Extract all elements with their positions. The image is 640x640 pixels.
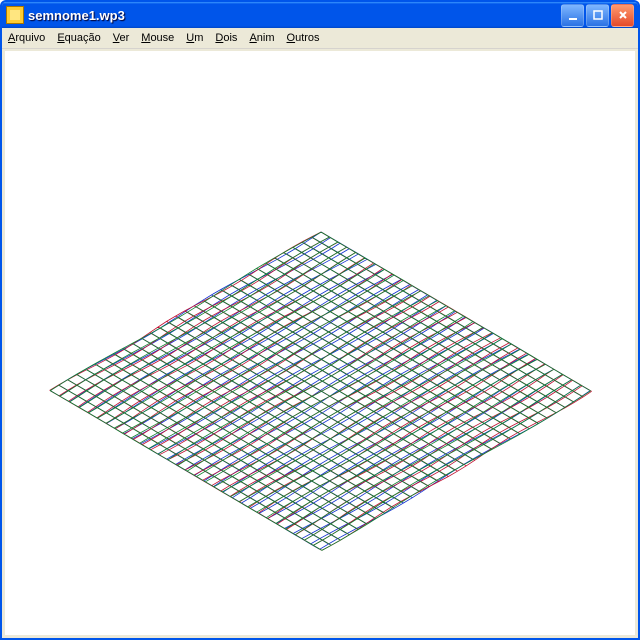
menu-outros[interactable]: Outros: [287, 32, 320, 44]
window-buttons: [561, 4, 634, 27]
plot-canvas[interactable]: [5, 51, 635, 635]
wireframe-plot: [5, 51, 635, 635]
menu-arquivo[interactable]: Arquivo: [8, 32, 45, 44]
minimize-icon: [567, 9, 579, 21]
titlebar[interactable]: semnome1.wp3: [2, 2, 638, 28]
maximize-icon: [592, 9, 604, 21]
menu-equação[interactable]: Equação: [57, 32, 100, 44]
menu-anim[interactable]: Anim: [249, 32, 274, 44]
menu-ver[interactable]: Ver: [113, 32, 130, 44]
app-window: semnome1.wp3 Arquivo Equação Ver Mouse Um Doi…: [0, 0, 640, 640]
close-icon: [617, 9, 629, 21]
menu-dois[interactable]: Dois: [215, 32, 237, 44]
maximize-button[interactable]: [586, 4, 609, 27]
window-title: semnome1.wp3: [28, 8, 561, 23]
app-icon: [6, 6, 24, 24]
menu-mouse[interactable]: Mouse: [141, 32, 174, 44]
menubar: Arquivo Equação Ver Mouse Um Dois Anim Outros: [2, 28, 638, 49]
menu-um[interactable]: Um: [186, 32, 203, 44]
minimize-button[interactable]: [561, 4, 584, 27]
close-button[interactable]: [611, 4, 634, 27]
